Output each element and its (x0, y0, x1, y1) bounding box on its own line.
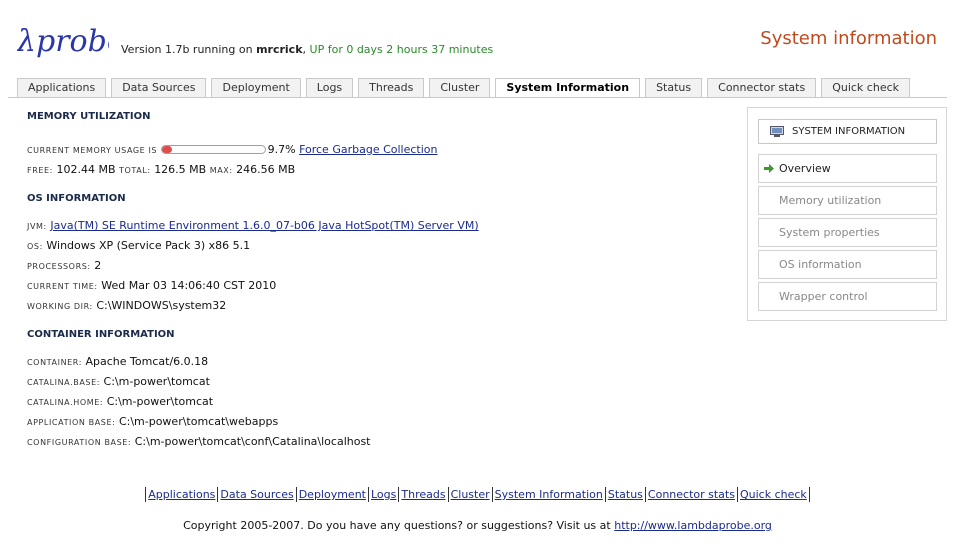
tab-quick-check[interactable]: Quick check (821, 78, 911, 97)
footer-link-status[interactable]: Status (608, 488, 643, 501)
tab-data-sources[interactable]: Data Sources (111, 78, 207, 97)
memory-heading: MEMORY UTILIZATION (27, 111, 151, 122)
tab-status[interactable]: Status (645, 78, 703, 97)
footer-link-cluster[interactable]: Cluster (451, 488, 490, 501)
os-row: OS: Windows XP (Service Pack 3) x86 5.1 (27, 236, 727, 256)
catalina-base-label: CATALINA.BASE: (27, 378, 101, 387)
footer-nav: Applications Data Sources Deployment Logs Th… (0, 487, 955, 502)
header: λprobe Version 1.7b running on mrcrick, … (0, 0, 955, 80)
free-label: FREE: (27, 166, 53, 175)
logo-lambda: λprobe (17, 24, 109, 59)
catalina-home-value: C:\m-power\tomcat (106, 395, 214, 408)
max-label: MAX: (209, 166, 233, 175)
current-time-label: CURRENT TIME: (27, 282, 98, 291)
sidebar-item-os-information[interactable]: OS information (758, 250, 937, 279)
configuration-base-row: CONFIGURATION BASE: C:\m-power\tomcat\co… (27, 432, 727, 452)
total-value: 126.5 MB (154, 163, 207, 176)
application-base-value: C:\m-power\tomcat\webapps (118, 415, 279, 428)
configuration-base-label: CONFIGURATION BASE: (27, 438, 132, 447)
main-content: MEMORY UTILIZATION CURRENT MEMORY USAGE … (27, 110, 727, 452)
copyright: Copyright 2005-2007. Do you have any que… (0, 519, 955, 532)
catalina-home-row: CATALINA.HOME: C:\m-power\tomcat (27, 392, 727, 412)
host-name: mrcrick (256, 43, 303, 56)
footer-link-applications[interactable]: Applications (148, 488, 215, 501)
sidebar-item-label: System properties (779, 226, 880, 239)
tab-connector-stats[interactable]: Connector stats (707, 78, 817, 97)
uptime-text: UP for 0 days 2 hours 37 minutes (309, 43, 494, 56)
copyright-text: Copyright 2005-2007. Do you have any que… (183, 519, 611, 532)
sidebar-header: SYSTEM INFORMATION (758, 119, 937, 144)
jvm-label: JVM: (27, 222, 47, 231)
sidebar-item-label: Memory utilization (779, 194, 882, 207)
tab-applications[interactable]: Applications (17, 78, 107, 97)
computer-icon (770, 126, 784, 137)
application-base-label: APPLICATION BASE: (27, 418, 116, 427)
footer-link-data-sources[interactable]: Data Sources (220, 488, 293, 501)
footer-link-quick-check[interactable]: Quick check (740, 488, 807, 501)
lambdaprobe-website-link[interactable]: http://www.lambdaprobe.org (614, 519, 772, 532)
footer-link-logs[interactable]: Logs (371, 488, 396, 501)
sidebar-header-label: SYSTEM INFORMATION (792, 126, 906, 137)
working-dir-row: WORKING DIR: C:\WINDOWS\system32 (27, 296, 727, 316)
catalina-base-row: CATALINA.BASE: C:\m-power\tomcat (27, 372, 727, 392)
jvm-link[interactable]: Java(TM) SE Runtime Environment 1.6.0_07… (50, 219, 478, 232)
tab-logs[interactable]: Logs (305, 78, 354, 97)
tab-system-information[interactable]: System Information (495, 78, 641, 98)
lambdaprobe-logo[interactable]: λprobe (17, 21, 109, 61)
tab-cluster[interactable]: Cluster (429, 78, 491, 97)
os-label: OS: (27, 242, 43, 251)
application-base-row: APPLICATION BASE: C:\m-power\tomcat\weba… (27, 412, 727, 432)
footer-link-connector-stats[interactable]: Connector stats (648, 488, 735, 501)
configuration-base-value: C:\m-power\tomcat\conf\Catalina\localhos… (134, 435, 371, 448)
processors-value: 2 (94, 259, 102, 272)
tab-divider (8, 97, 947, 98)
jvm-row: JVM: Java(TM) SE Runtime Environment 1.6… (27, 216, 727, 236)
memory-usage-bar (160, 145, 266, 154)
page-title: System information (760, 28, 937, 49)
sidebar-item-label: Wrapper control (779, 290, 868, 303)
sidebar-item-wrapper-control[interactable]: Wrapper control (758, 282, 937, 311)
memory-stats-row: FREE: 102.44 MB TOTAL: 126.5 MB MAX: 246… (27, 160, 727, 180)
os-heading: OS INFORMATION (27, 193, 126, 204)
memory-usage-row: CURRENT MEMORY USAGE IS 9.7% Force Garba… (27, 140, 727, 160)
os-value: Windows XP (Service Pack 3) x86 5.1 (46, 239, 251, 252)
max-value: 246.56 MB (236, 163, 296, 176)
sidebar-item-label: OS information (779, 258, 862, 271)
catalina-base-value: C:\m-power\tomcat (103, 375, 210, 388)
catalina-home-label: CATALINA.HOME: (27, 398, 104, 407)
force-gc-link[interactable]: Force Garbage Collection (299, 143, 437, 156)
sidebar-item-memory-utilization[interactable]: Memory utilization (758, 186, 937, 215)
footer-link-system-information[interactable]: System Information (495, 488, 603, 501)
tab-threads[interactable]: Threads (358, 78, 425, 97)
processors-label: PROCESSORS: (27, 262, 91, 271)
footer-link-threads[interactable]: Threads (401, 488, 445, 501)
working-dir-value: C:\WINDOWS\system32 (96, 299, 227, 312)
arrow-right-icon (764, 164, 774, 173)
container-heading: CONTAINER INFORMATION (27, 329, 175, 340)
working-dir-label: WORKING DIR: (27, 302, 93, 311)
sidebar: SYSTEM INFORMATION Overview Memory utili… (747, 107, 947, 321)
version-text: Version 1.7b running on (121, 43, 253, 56)
tab-deployment[interactable]: Deployment (211, 78, 301, 97)
container-label: CONTAINER: (27, 358, 83, 367)
sidebar-item-label: Overview (779, 162, 831, 175)
memory-usage-label: CURRENT MEMORY USAGE IS (27, 146, 158, 155)
memory-usage-percent: 9.7% (267, 143, 296, 156)
container-value: Apache Tomcat/6.0.18 (85, 355, 209, 368)
sidebar-item-overview[interactable]: Overview (758, 154, 937, 183)
version-info: Version 1.7b running on mrcrick, UP for … (121, 43, 494, 56)
current-time-row: CURRENT TIME: Wed Mar 03 14:06:40 CST 20… (27, 276, 727, 296)
tab-bar: Applications Data Sources Deployment Log… (17, 78, 915, 98)
footer-link-deployment[interactable]: Deployment (299, 488, 366, 501)
sidebar-item-system-properties[interactable]: System properties (758, 218, 937, 247)
current-time-value: Wed Mar 03 14:06:40 CST 2010 (101, 279, 277, 292)
memory-usage-fill (161, 146, 172, 153)
processors-row: PROCESSORS: 2 (27, 256, 727, 276)
total-label: TOTAL: (119, 166, 151, 175)
free-value: 102.44 MB (56, 163, 116, 176)
container-row: CONTAINER: Apache Tomcat/6.0.18 (27, 352, 727, 372)
